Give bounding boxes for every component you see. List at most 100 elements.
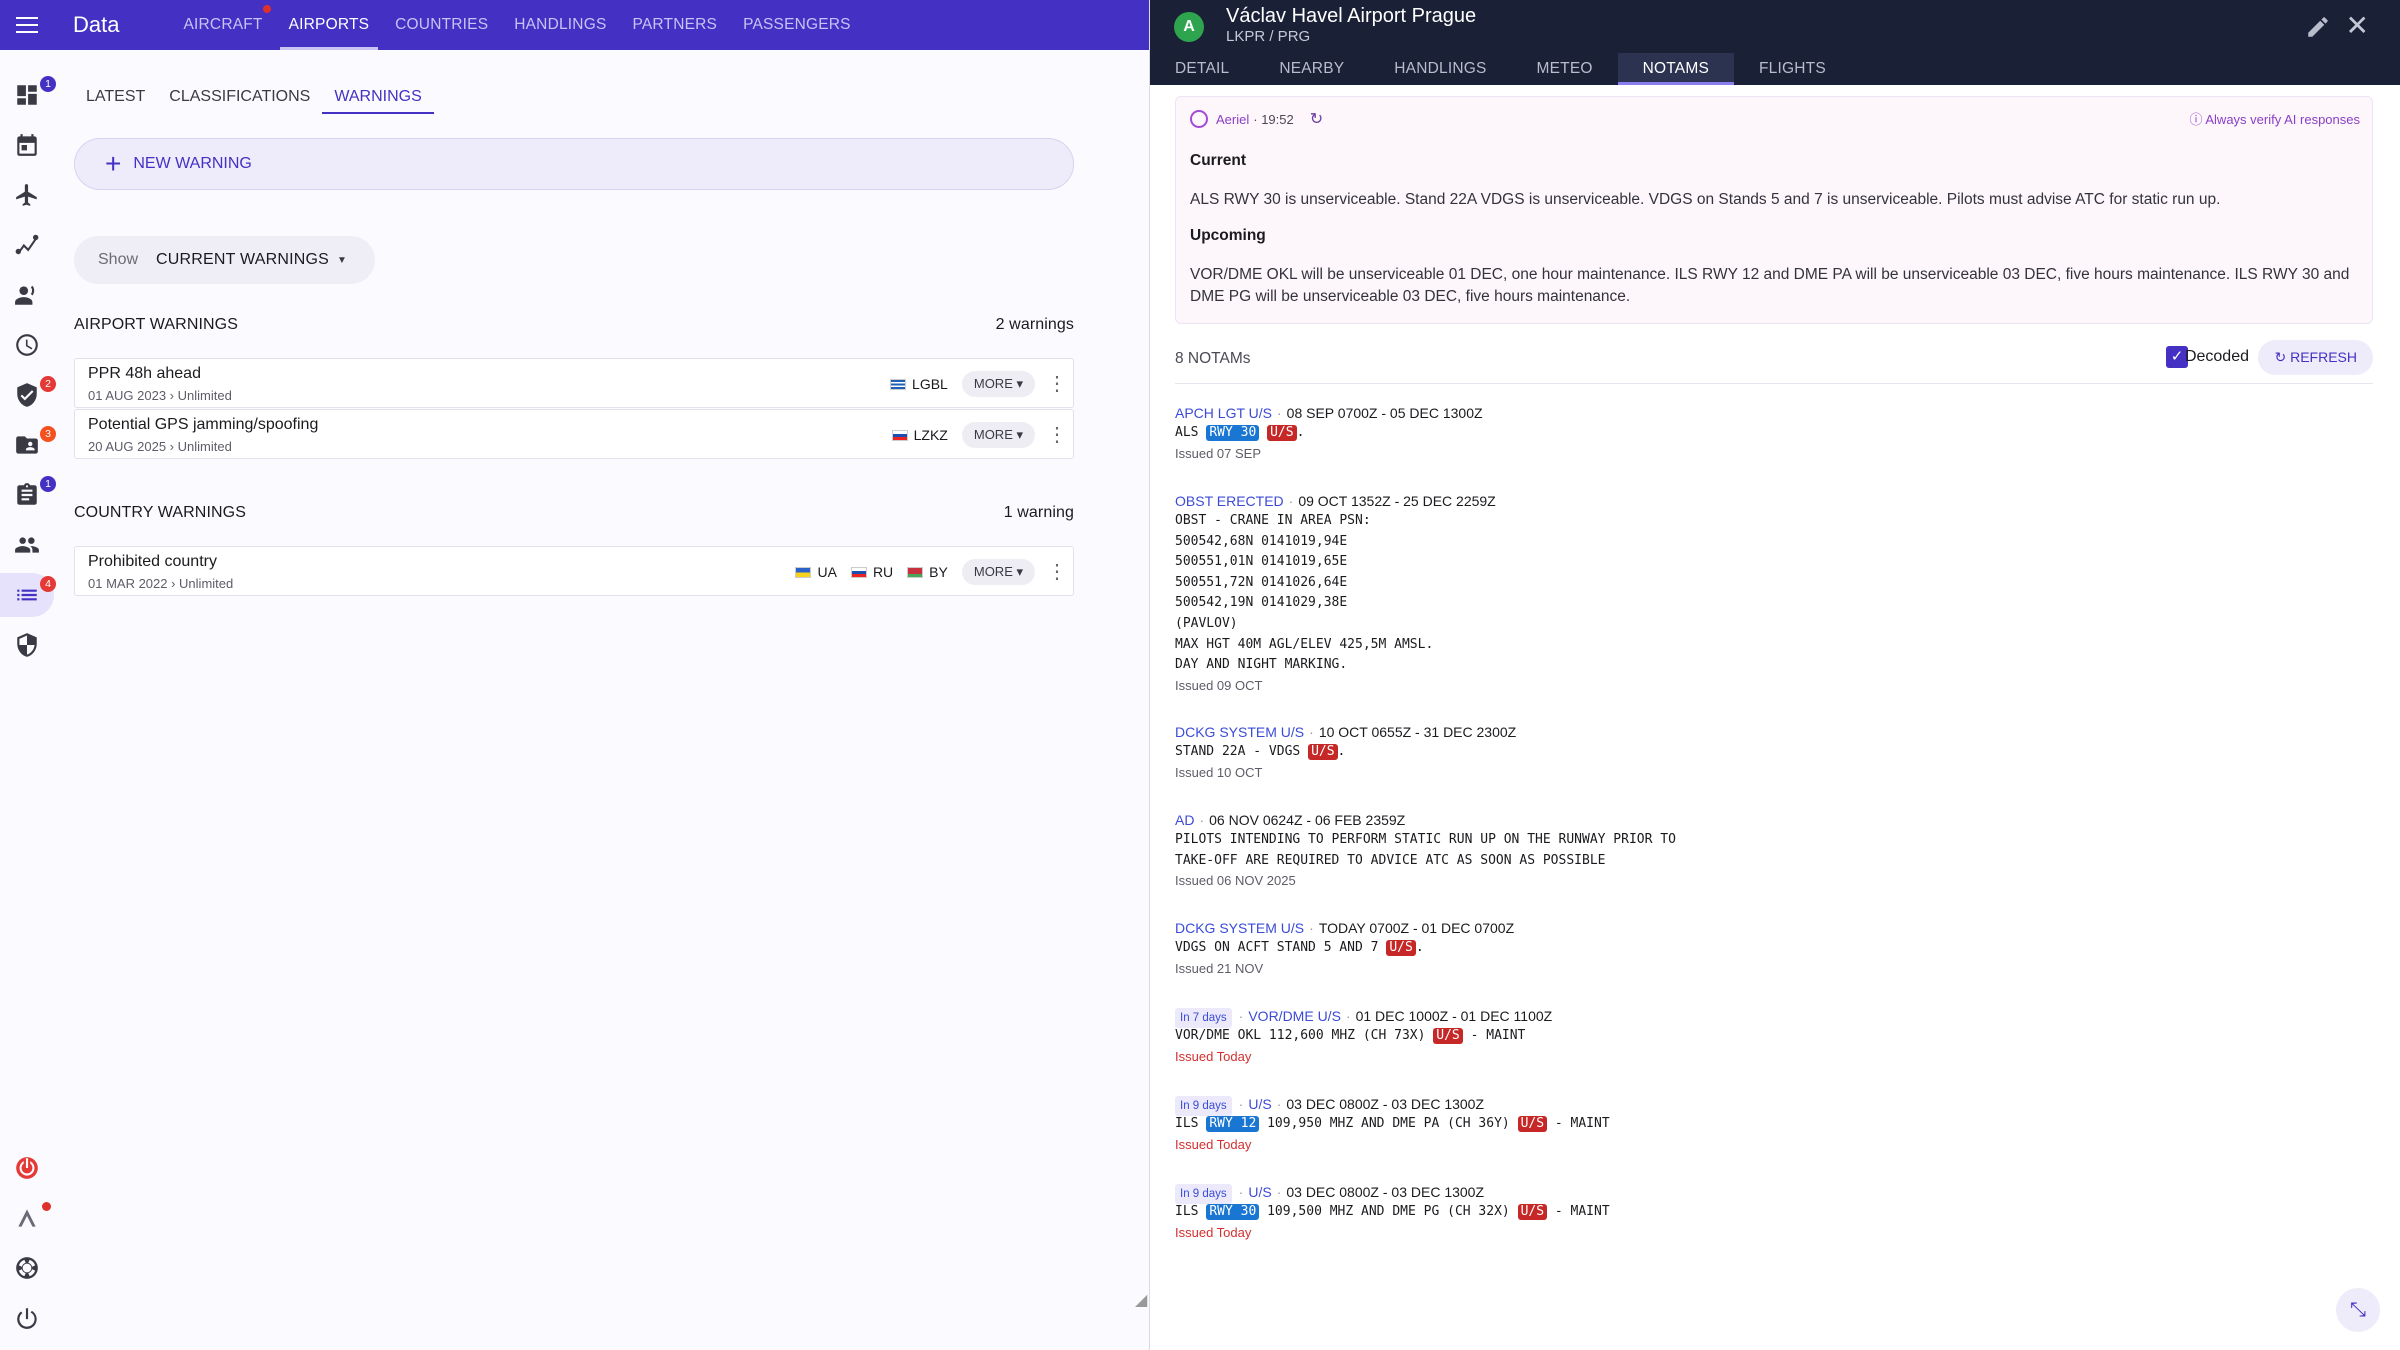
new-warning-button[interactable]: + NEW WARNING	[74, 138, 1074, 190]
airport-name: Václav Havel Airport Prague	[1226, 5, 1477, 27]
ai-timestamp: · 19:52	[1253, 111, 1294, 127]
top-app-bar: Data AIRCRAFT AIRPORTS COUNTRIES HANDLIN…	[0, 0, 1149, 50]
rail-tasks[interactable]: 1	[0, 473, 56, 517]
tab-countries[interactable]: COUNTRIES	[382, 0, 501, 50]
more-button[interactable]: MORE ▾	[961, 371, 1035, 397]
notam-type: VOR/DME U/S	[1248, 1008, 1341, 1024]
notam-period: 06 NOV 0624Z - 06 FEB 2359Z	[1209, 812, 1406, 828]
tab-nearby[interactable]: NEARBY	[1254, 53, 1369, 85]
rail-flights[interactable]	[0, 173, 54, 217]
pencil-icon[interactable]	[2305, 14, 2331, 40]
rail-contacts[interactable]: 3	[0, 423, 56, 467]
tab-handlings[interactable]: HANDLINGS	[1369, 53, 1511, 85]
section-title: COUNTRY WARNINGS	[74, 504, 246, 521]
rail-history[interactable]	[0, 323, 54, 367]
subtabs: LATEST CLASSIFICATIONS WARNINGS	[74, 80, 435, 114]
ai-name: Aeriel	[1216, 111, 1250, 127]
kebab-menu-icon[interactable]: ⋮	[1047, 562, 1067, 582]
country-warnings-header: COUNTRY WARNINGS 1 warning	[74, 504, 1074, 522]
tab-aircraft[interactable]: AIRCRAFT	[170, 0, 275, 50]
unserviceable-tag: U/S	[1517, 1204, 1548, 1220]
tab-detail[interactable]: DETAIL	[1150, 53, 1254, 85]
notam-item[interactable]: In 9 days · U/S · 03 DEC 0800Z - 03 DEC 1300…	[1175, 1182, 2373, 1243]
rail-dashboard[interactable]: 1	[0, 73, 56, 117]
close-icon[interactable]: ✕	[2346, 12, 2369, 40]
tab-latest[interactable]: LATEST	[74, 80, 157, 113]
more-button[interactable]: MORE ▾	[961, 559, 1035, 585]
rail-crew[interactable]	[0, 273, 54, 317]
tab-classifications[interactable]: CLASSIFICATIONS	[157, 80, 322, 113]
notam-text: PILOTS INTENDING TO PERFORM STATIC RUN U…	[1175, 832, 1676, 868]
tab-partners[interactable]: PARTNERS	[619, 0, 730, 50]
notam-item[interactable]: APCH LGT U/S · 08 SEP 0700Z - 05 DEC 1300Z…	[1175, 403, 2373, 464]
shield-half-icon	[17, 633, 37, 657]
brand-logo-icon	[18, 1209, 36, 1227]
hamburger-menu-icon[interactable]	[0, 0, 54, 50]
list-icon	[17, 589, 37, 601]
tab-notams[interactable]: NOTAMS	[1617, 53, 1735, 85]
notam-item[interactable]: AD · 06 NOV 0624Z - 06 FEB 2359Z PILOTS IN…	[1175, 810, 2373, 891]
tab-handlings[interactable]: HANDLINGS	[501, 0, 619, 50]
notam-item[interactable]: In 9 days · U/S · 03 DEC 0800Z - 03 DEC 1300…	[1175, 1094, 2373, 1155]
airport-code: LGBL	[912, 376, 948, 392]
rail-app-logo[interactable]	[0, 1196, 54, 1240]
kebab-menu-icon[interactable]: ⋮	[1047, 425, 1067, 445]
refresh-button[interactable]: ↻ REFRESH	[2258, 340, 2373, 375]
airport-warnings-header: AIRPORT WARNINGS 2 warnings	[74, 316, 1074, 334]
notam-type: OBST ERECTED	[1175, 493, 1284, 509]
tab-airports[interactable]: AIRPORTS	[276, 0, 383, 50]
avatar: A	[1174, 12, 1204, 42]
notam-item[interactable]: OBST ERECTED · 09 OCT 1352Z - 25 DEC 2259Z…	[1175, 491, 2373, 696]
section-count: 2 warnings	[995, 316, 1074, 333]
collapse-fab-icon[interactable]: ⤡	[2336, 1288, 2380, 1332]
airport-code: LZKZ	[913, 427, 948, 443]
ai-assistant-icon	[1190, 110, 1208, 128]
warning-card[interactable]: Potential GPS jamming/spoofing 20 AUG 20…	[74, 409, 1074, 459]
notam-item[interactable]: DCKG SYSTEM U/S · 10 OCT 0655Z - 31 DEC 23…	[1175, 722, 2373, 783]
rail-people[interactable]	[0, 523, 54, 567]
belarus-flag-icon	[907, 566, 924, 578]
more-button[interactable]: MORE ▾	[961, 422, 1035, 448]
ai-current-text: ALS RWY 30 is unserviceable. Stand 22A V…	[1190, 191, 2221, 208]
warning-validity: 01 MAR 2022 › Unlimited	[88, 576, 234, 591]
unserviceable-tag: U/S	[1308, 744, 1338, 760]
panel-tabs: DETAIL NEARBY HANDLINGS METEO NOTAMS FLI…	[1150, 53, 1851, 85]
dashboard-icon	[17, 85, 37, 105]
tab-flights[interactable]: FLIGHTS	[1734, 53, 1851, 85]
notam-issued: Issued Today	[1175, 1136, 1252, 1152]
notam-text: ALS RWY 30 U/S.	[1175, 425, 1305, 441]
rail-logout[interactable]	[0, 1296, 54, 1340]
notam-item[interactable]: In 7 days · VOR/DME U/S · 01 DEC 1000Z - 01 …	[1175, 1006, 2373, 1067]
ai-current-heading: Current	[1190, 152, 1246, 169]
notam-period: 03 DEC 0800Z - 03 DEC 1300Z	[1286, 1096, 1485, 1112]
notification-dot	[262, 5, 271, 13]
warning-card[interactable]: Prohibited country 01 MAR 2022 › Unlimit…	[74, 546, 1074, 596]
warning-title: Prohibited country	[88, 553, 217, 570]
refresh-icon[interactable]: ↻	[1310, 109, 1323, 129]
notam-item[interactable]: DCKG SYSTEM U/S · TODAY 0700Z - 01 DEC 070…	[1175, 918, 2373, 979]
rail-target[interactable]	[0, 1146, 54, 1190]
rail-security[interactable]: 2	[0, 373, 56, 417]
notam-period: 03 DEC 0800Z - 03 DEC 1300Z	[1286, 1184, 1485, 1200]
resize-handle-icon[interactable]: ◢	[1135, 1290, 1149, 1310]
tab-warnings[interactable]: WARNINGS	[322, 80, 435, 114]
notam-text: ILS RWY 12 109,950 MHZ AND DME PA (CH 36…	[1175, 1116, 1610, 1132]
rail-lists[interactable]: 4	[0, 573, 56, 617]
rail-protection[interactable]	[0, 623, 54, 667]
show-filter-dropdown[interactable]: Show CURRENT WARNINGS ▼	[74, 236, 375, 284]
ai-upcoming-heading: Upcoming	[1190, 227, 1266, 244]
kebab-menu-icon[interactable]: ⋮	[1047, 374, 1067, 394]
rail-routes[interactable]	[0, 223, 54, 267]
side-nav-rail: 1 2 3 1 4	[0, 50, 56, 1350]
crew-icon	[15, 285, 35, 305]
notam-period: 09 OCT 1352Z - 25 DEC 2259Z	[1298, 493, 1496, 509]
rail-help[interactable]	[0, 1246, 54, 1290]
notam-period: 08 SEP 0700Z - 05 DEC 1300Z	[1286, 405, 1483, 421]
unserviceable-tag: U/S	[1517, 1116, 1548, 1132]
route-icon	[15, 234, 39, 255]
warning-card[interactable]: PPR 48h ahead 01 AUG 2023 › Unlimited LG…	[74, 358, 1074, 408]
country-code: BY	[929, 564, 948, 580]
tab-passengers[interactable]: PASSENGERS	[730, 0, 864, 50]
rail-calendar[interactable]	[0, 123, 54, 167]
tab-meteo[interactable]: METEO	[1512, 53, 1618, 85]
